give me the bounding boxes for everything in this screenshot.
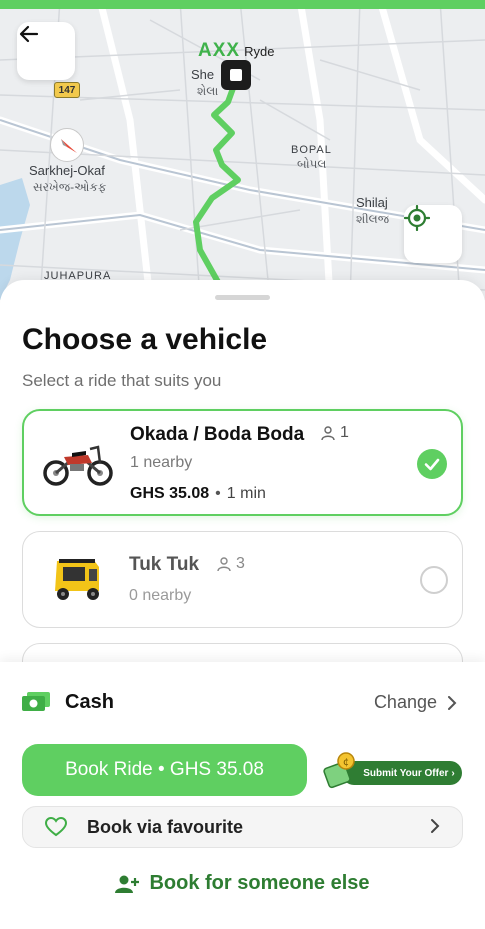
vehicle-option-tuk-tuk[interactable]: Tuk Tuk 3 0 nearby	[22, 531, 463, 628]
map-label-bopal: BOPAL	[291, 144, 332, 156]
check-icon	[417, 449, 447, 479]
favourite-label: Book via favourite	[87, 817, 244, 837]
add-person-icon	[115, 875, 140, 893]
seat-count-value: 3	[236, 555, 245, 572]
crosshair-icon	[404, 205, 430, 231]
destination-marker-icon[interactable]	[221, 60, 251, 90]
compass-icon[interactable]	[50, 128, 84, 162]
fare-price: GHS 35.08	[130, 485, 210, 502]
vehicle-name: Okada / Boda Boda	[130, 424, 305, 445]
map-label-she-gu: શેલા	[197, 84, 219, 98]
brand-name: Ryde	[244, 43, 275, 59]
highway-badge: 147	[54, 82, 80, 98]
tuk-tuk-icon	[37, 544, 117, 614]
book-for-someone-button[interactable]: Book for someone else	[0, 872, 485, 895]
vehicle-name: Tuk Tuk	[129, 554, 200, 575]
my-location-button[interactable]	[404, 205, 462, 263]
chevron-right-icon: ›	[451, 767, 455, 779]
map-label-shilaj: Shilaj	[356, 195, 388, 210]
change-payment-button[interactable]: Change	[374, 692, 457, 713]
svg-text:¢: ¢	[343, 757, 349, 768]
page-title: Choose a vehicle	[22, 323, 268, 356]
map-label-shilaj-gu: શીલજ	[356, 212, 390, 226]
seat-count-value: 1	[340, 424, 349, 441]
arrow-left-icon	[19, 25, 39, 43]
person-icon	[321, 426, 335, 441]
vehicle-sheet: Choose a vehicle Select a ride that suit…	[0, 280, 485, 929]
map-brand-label: AXX Ryde	[198, 40, 274, 62]
map-label-sarkhej-gu: સરખેજ-ઓકફ	[33, 180, 107, 194]
book-via-favourite-button[interactable]: Book via favourite	[22, 806, 463, 848]
drag-handle[interactable]	[215, 295, 270, 300]
vehicle-option-okada[interactable]: Okada / Boda Boda 1 1 nearby GHS 35.08 • 1…	[22, 409, 463, 516]
page-subtitle: Select a ride that suits you	[22, 371, 222, 390]
eta: 1 min	[226, 485, 266, 502]
cash-icon	[22, 692, 50, 711]
seat-count: 3	[216, 555, 245, 573]
change-label: Change	[373, 692, 437, 712]
back-button[interactable]	[17, 22, 75, 80]
nearby-count: 1 nearby	[130, 454, 193, 471]
heart-icon	[45, 817, 67, 837]
brand-logo: AXX	[198, 40, 241, 61]
chevron-right-icon	[431, 819, 440, 833]
chevron-right-icon	[448, 695, 457, 710]
map-view[interactable]: AXX Ryde 147 She શેલા Sarkhej-Okaf સરખેજ…	[0, 0, 485, 300]
submit-offer-button[interactable]: Submit Your Offer › ¢	[322, 751, 464, 793]
book-ride-button[interactable]: Book Ride • GHS 35.08	[22, 744, 307, 796]
map-label-sarkhej: Sarkhej-Okaf	[29, 163, 105, 178]
money-offer-icon: ¢	[323, 752, 355, 789]
booking-panel: Cash Change Book Ride • GHS 35.08 Submit…	[0, 662, 485, 929]
submit-offer-label: Submit Your Offer	[363, 767, 449, 779]
seat-count: 1	[320, 424, 349, 442]
someone-label: Book for someone else	[149, 872, 370, 894]
nearby-count: 0 nearby	[129, 587, 192, 604]
fare-row: GHS 35.08 • 1 min	[130, 485, 266, 502]
radio-unselected[interactable]	[420, 566, 448, 594]
motorbike-icon	[38, 427, 118, 497]
status-bar-accent	[0, 0, 485, 9]
payment-method: Cash	[65, 691, 114, 713]
map-label-bopal-gu: બોપલ	[297, 157, 327, 171]
person-icon	[217, 557, 231, 572]
map-label-she: She	[191, 67, 215, 82]
payment-row: Cash Change	[22, 689, 463, 717]
